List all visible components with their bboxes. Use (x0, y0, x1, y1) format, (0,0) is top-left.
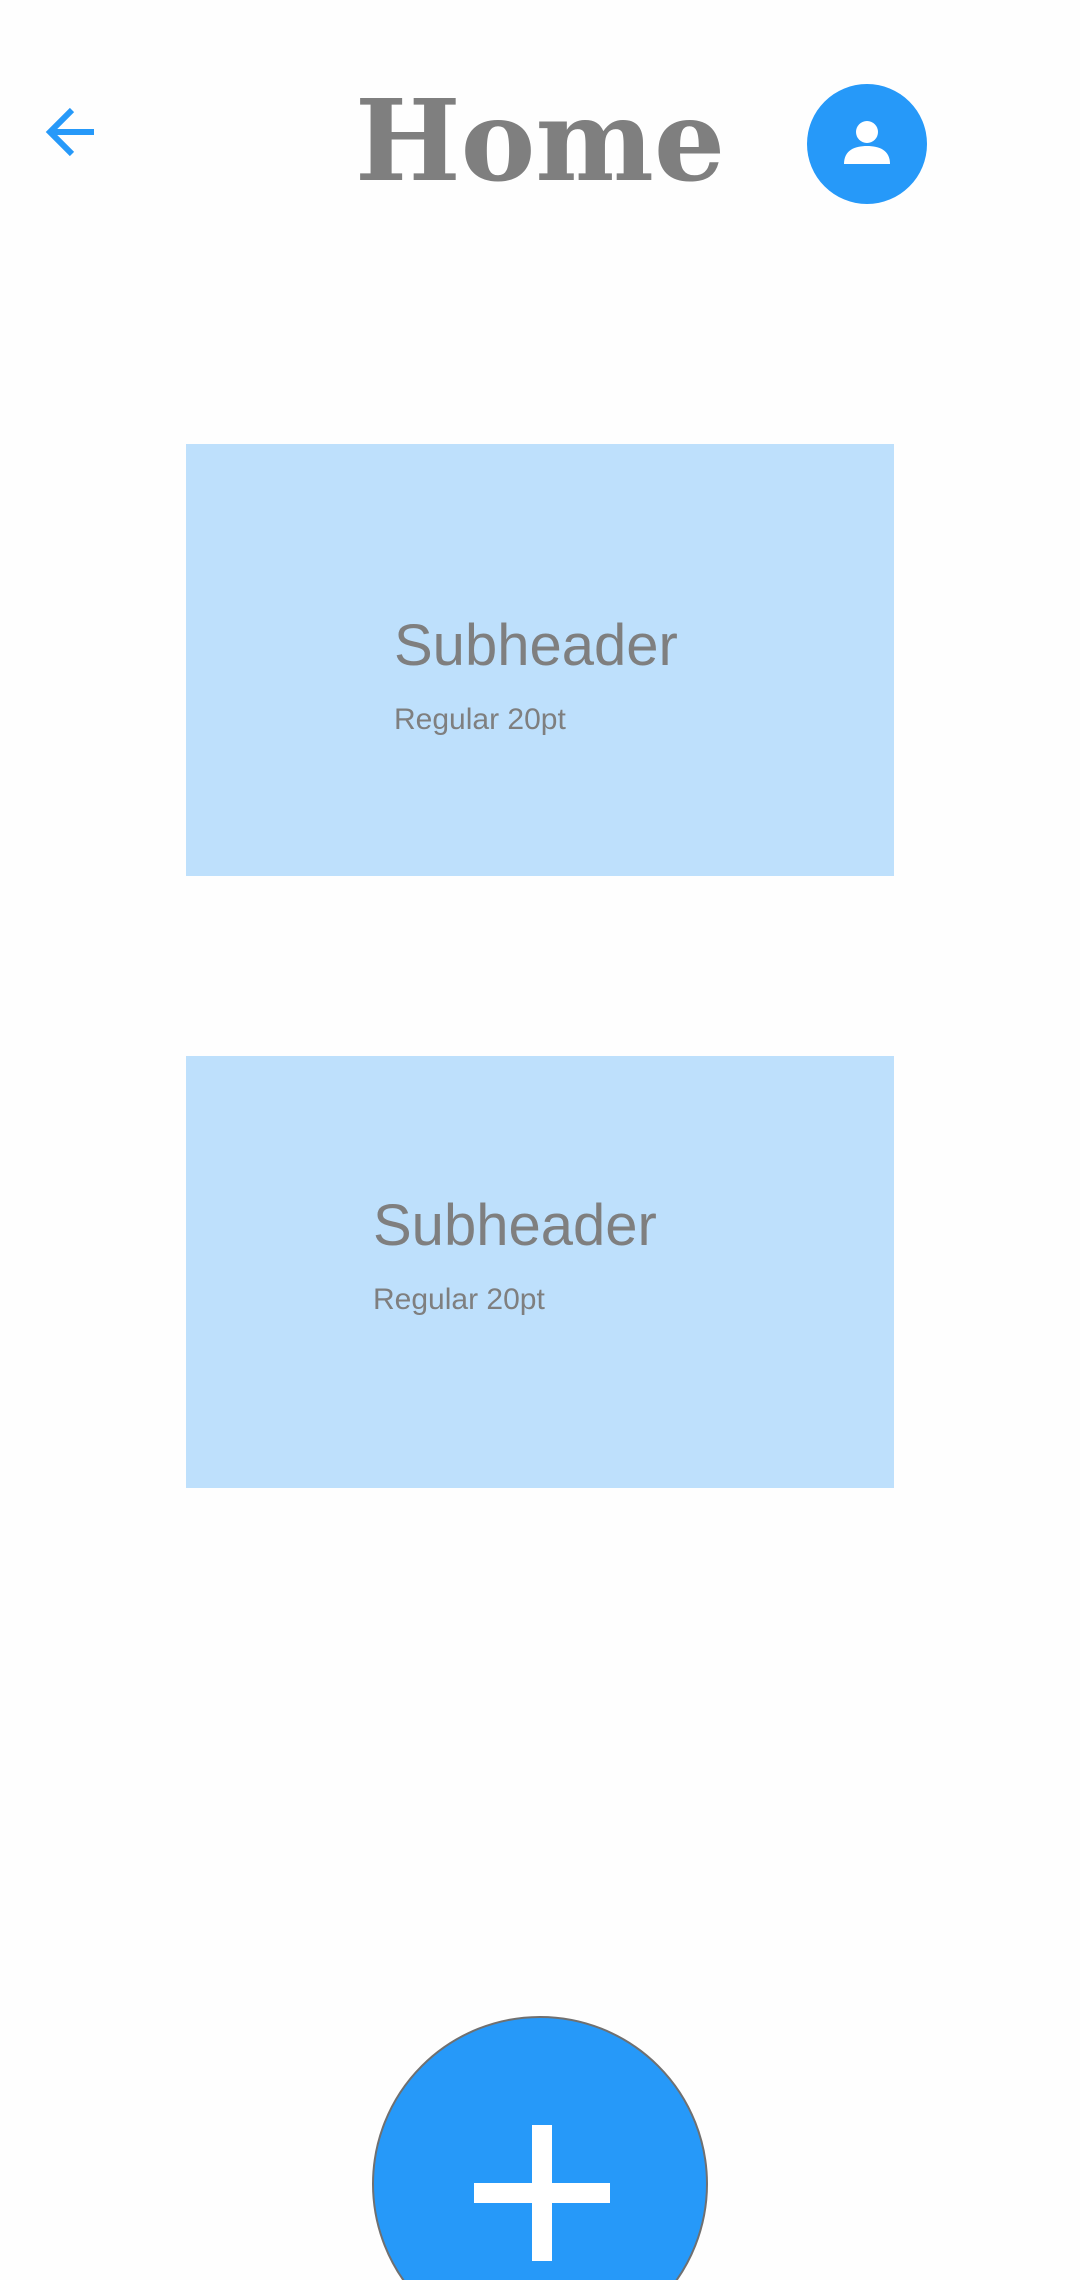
add-button[interactable] (372, 2016, 708, 2280)
card-body-text: Regular 20pt (394, 703, 566, 736)
home-screen: Home Subheader Regular 20pt Subheader Re… (0, 0, 1080, 2280)
card-subheader: Subheader (373, 1193, 657, 1258)
card-2[interactable]: Subheader Regular 20pt (186, 1056, 894, 1488)
profile-button[interactable] (807, 84, 927, 204)
card-subheader: Subheader (394, 613, 678, 678)
person-icon (844, 121, 890, 164)
card-body-text: Regular 20pt (373, 1283, 545, 1316)
card-1[interactable]: Subheader Regular 20pt (186, 444, 894, 876)
plus-icon (474, 2125, 610, 2261)
